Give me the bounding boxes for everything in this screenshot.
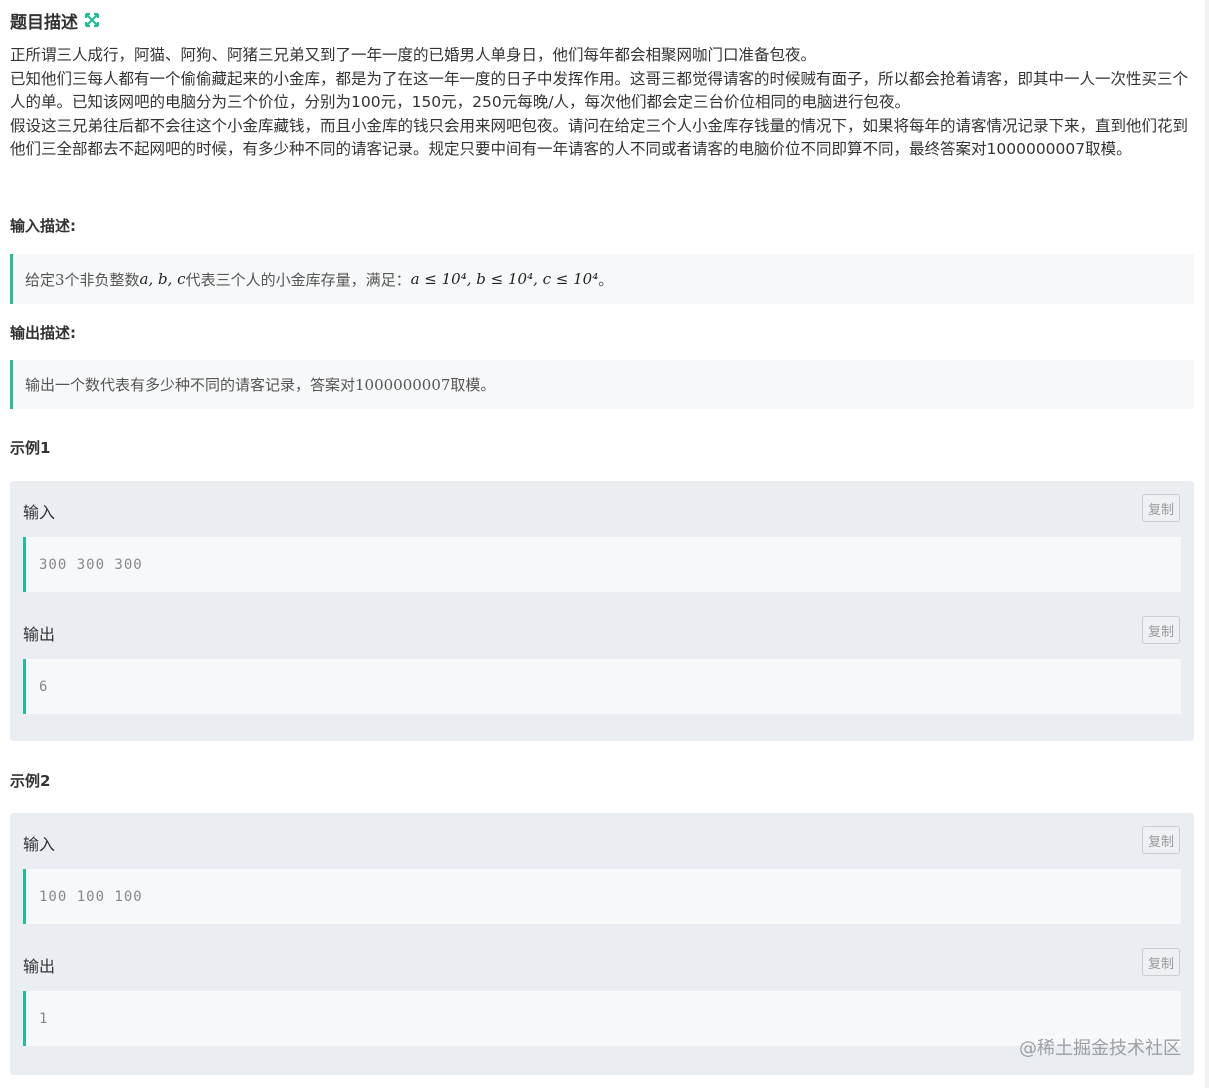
input-desc-prefix: 给定3个非负整数 bbox=[25, 270, 140, 289]
description-paragraph: 正所谓三人成行，阿猫、阿狗、阿猪三兄弟又到了一年一度的已婚男人单身日，他们每年都… bbox=[10, 46, 817, 64]
example-output-code[interactable]: 6 bbox=[23, 659, 1181, 714]
input-desc-suffix: 。 bbox=[598, 270, 614, 289]
copy-input-button[interactable]: 复制 bbox=[1142, 494, 1180, 522]
example-output-code[interactable]: 1 bbox=[23, 991, 1181, 1046]
copy-output-button[interactable]: 复制 bbox=[1142, 616, 1180, 644]
page-title: 题目描述 bbox=[10, 12, 78, 33]
output-label: 输出 bbox=[23, 625, 56, 644]
input-desc-vars: a, b, c bbox=[139, 270, 186, 288]
problem-description: 正所谓三人成行，阿猫、阿狗、阿猪三兄弟又到了一年一度的已婚男人单身日，他们每年都… bbox=[10, 44, 1194, 162]
watermark: @稀土掘金技术社区 bbox=[1019, 1038, 1181, 1059]
copy-input-button[interactable]: 复制 bbox=[1142, 826, 1180, 854]
input-label: 输入 bbox=[23, 503, 56, 522]
example-title: 示例2 bbox=[10, 772, 51, 790]
example-input-code[interactable]: 100 100 100 bbox=[23, 869, 1181, 924]
output-description-title: 输出描述: bbox=[10, 324, 76, 342]
example-input-code[interactable]: 300 300 300 bbox=[23, 537, 1181, 592]
copy-output-button[interactable]: 复制 bbox=[1142, 948, 1180, 976]
input-description-box: 给定3个非负整数 a, b, c 代表三个人的小金库存量，满足： a ≤ 10⁴… bbox=[10, 254, 1194, 304]
example-block: 输入 复制 300 300 300 输出 复制 6 bbox=[10, 481, 1194, 741]
input-desc-constraint: a ≤ 10⁴, b ≤ 10⁴, c ≤ 10⁴ bbox=[410, 270, 599, 288]
input-description-title: 输入描述: bbox=[10, 217, 76, 235]
example-title: 示例1 bbox=[10, 439, 51, 457]
output-desc-text: 输出一个数代表有多少种不同的请客记录，答案对1000000007取模。 bbox=[25, 376, 496, 394]
scrollbar-track bbox=[1205, 0, 1209, 1088]
problem-title-row: 题目描述 bbox=[10, 8, 100, 33]
output-label: 输出 bbox=[23, 957, 56, 976]
example-block: 输入 复制 100 100 100 输出 复制 1 bbox=[10, 813, 1194, 1075]
input-label: 输入 bbox=[23, 835, 56, 854]
expand-icon[interactable] bbox=[84, 12, 100, 28]
description-paragraph: 已知他们三每人都有一个偷偷藏起来的小金库，都是为了在这一年一度的日子中发挥作用。… bbox=[10, 69, 1189, 112]
output-description-box: 输出一个数代表有多少种不同的请客记录，答案对1000000007取模。 bbox=[10, 360, 1194, 409]
input-desc-middle: 代表三个人的小金库存量，满足： bbox=[185, 270, 411, 289]
description-paragraph: 假设这三兄弟往后都不会往这个小金库藏钱，而且小金库的钱只会用来网吧包夜。请问在给… bbox=[10, 116, 1189, 159]
